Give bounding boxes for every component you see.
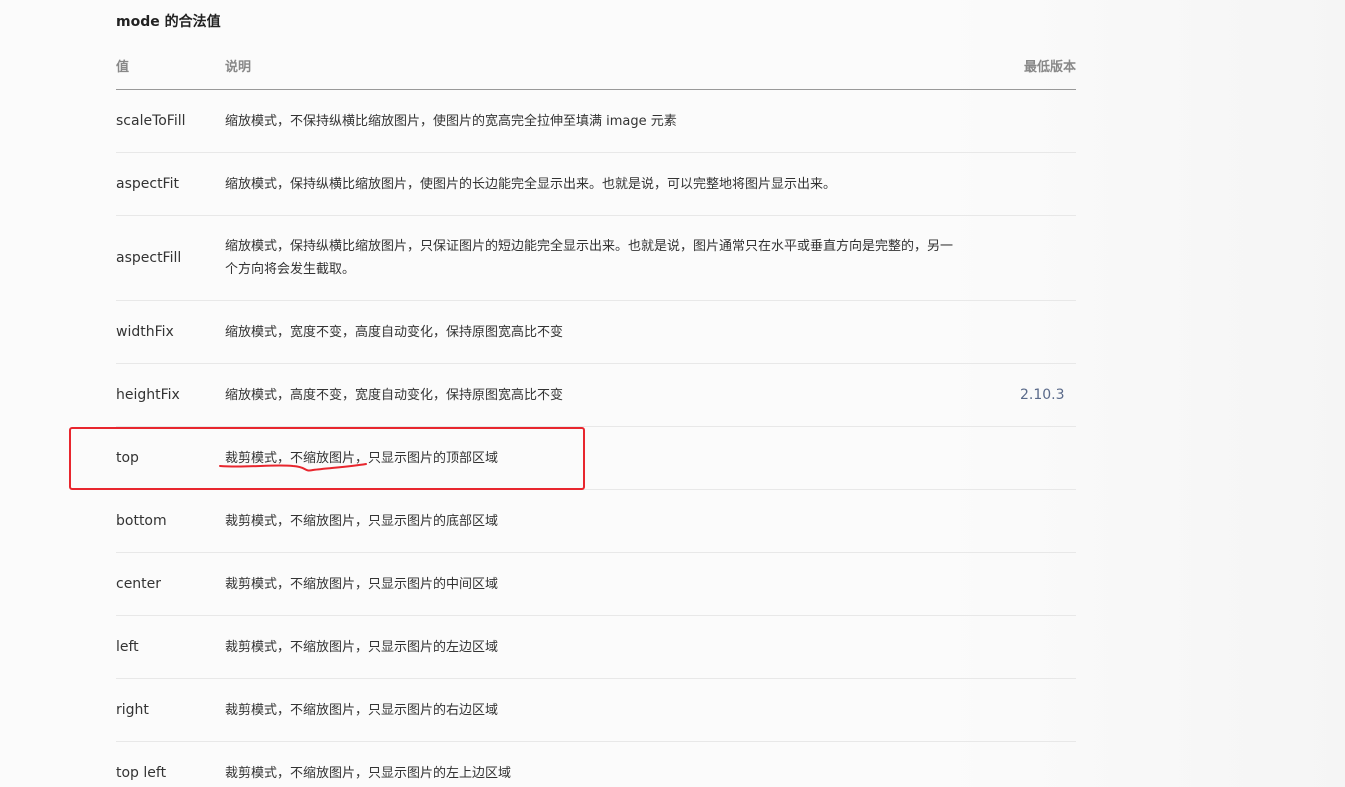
- row-value: widthFix: [116, 324, 174, 340]
- table-row: center 裁剪模式，不缩放图片，只显示图片的中间区域: [116, 553, 1076, 616]
- row-description: 缩放模式，保持纵横比缩放图片，使图片的长边能完全显示出来。也就是说，可以完整地将…: [225, 176, 837, 192]
- row-value: top: [116, 450, 139, 466]
- table-row: heightFix 缩放模式，高度不变，宽度自动变化，保持原图宽高比不变 2.1…: [116, 364, 1076, 427]
- table-row: widthFix 缩放模式，宽度不变，高度自动变化，保持原图宽高比不变: [116, 301, 1076, 364]
- header-value: 值: [116, 60, 130, 75]
- row-description: 缩放模式，不保持纵横比缩放图片，使图片的宽高完全拉伸至填满 image 元素: [225, 113, 677, 129]
- row-description: 缩放模式，宽度不变，高度自动变化，保持原图宽高比不变: [225, 324, 564, 340]
- row-description: 裁剪模式，不缩放图片，只显示图片的左边区域: [225, 639, 499, 655]
- row-value: bottom: [116, 513, 167, 529]
- row-description: 裁剪模式，不缩放图片，只显示图片的左上边区域: [225, 765, 512, 781]
- table-row: aspectFit 缩放模式，保持纵横比缩放图片，使图片的长边能完全显示出来。也…: [116, 153, 1076, 216]
- table-row: left 裁剪模式，不缩放图片，只显示图片的左边区域: [116, 616, 1076, 679]
- row-description: 裁剪模式，不缩放图片，只显示图片的右边区域: [225, 702, 499, 718]
- row-value: heightFix: [116, 387, 180, 403]
- row-value: aspectFill: [116, 250, 182, 266]
- row-description: 缩放模式，高度不变，宽度自动变化，保持原图宽高比不变: [225, 387, 564, 403]
- row-min-version: 2.10.3: [1020, 387, 1065, 403]
- row-value: aspectFit: [116, 176, 179, 192]
- row-description: 裁剪模式，不缩放图片，只显示图片的底部区域: [225, 513, 499, 529]
- table-row: aspectFill 缩放模式，保持纵横比缩放图片，只保证图片的短边能完全显示出…: [116, 216, 1076, 301]
- row-description: 裁剪模式，不缩放图片，只显示图片的顶部区域: [225, 450, 499, 466]
- row-value: right: [116, 702, 149, 718]
- section-title: mode 的合法值: [116, 14, 221, 30]
- table-row: scaleToFill 缩放模式，不保持纵横比缩放图片，使图片的宽高完全拉伸至填…: [116, 90, 1076, 153]
- header-description: 说明: [225, 60, 252, 75]
- row-description: 裁剪模式，不缩放图片，只显示图片的中间区域: [225, 576, 499, 592]
- mode-values-table: 值 说明 最低版本 scaleToFill 缩放模式，不保持纵横比缩放图片，使图…: [116, 48, 1076, 787]
- doc-page: mode 的合法值 值 说明 最低版本 scaleToFill 缩放模式，不保持…: [0, 0, 1345, 787]
- row-value: left: [116, 639, 139, 655]
- table-header: 值 说明 最低版本: [116, 48, 1076, 90]
- row-value: top left: [116, 765, 167, 781]
- row-description: 缩放模式，保持纵横比缩放图片，只保证图片的短边能完全显示出来。也就是说，图片通常…: [225, 239, 954, 277]
- table-row: top 裁剪模式，不缩放图片，只显示图片的顶部区域: [116, 427, 1076, 490]
- row-value: scaleToFill: [116, 113, 186, 129]
- table-row: top left 裁剪模式，不缩放图片，只显示图片的左上边区域: [116, 742, 1076, 787]
- header-min-version: 最低版本: [1023, 60, 1076, 75]
- table-row: bottom 裁剪模式，不缩放图片，只显示图片的底部区域: [116, 490, 1076, 553]
- row-value: center: [116, 576, 162, 592]
- table-row: right 裁剪模式，不缩放图片，只显示图片的右边区域: [116, 679, 1076, 742]
